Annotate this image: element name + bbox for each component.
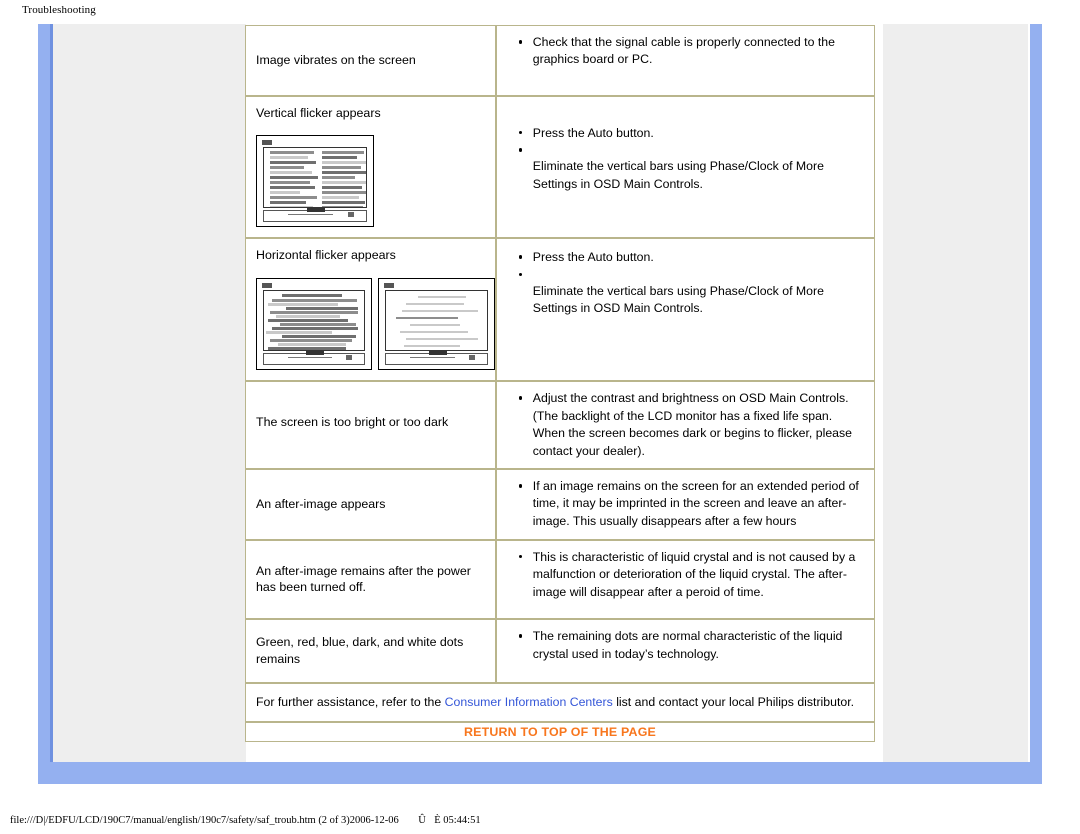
fix-item: Eliminate the vertical bars using Phase/… [532, 283, 824, 316]
symptom-cell: Horizontal flicker appears [245, 238, 496, 382]
monitor-logo-icon [262, 283, 272, 289]
table-row: Vertical flicker appears Press the Auto … [245, 95, 875, 239]
monitor-icon [378, 278, 495, 371]
monitor-stand [385, 351, 488, 366]
symptom-cell: An after-image appears [245, 469, 496, 540]
symptom-label: An after-image remains after the power h… [256, 563, 471, 595]
content-right-gutter [882, 24, 1030, 762]
symptom-cell: Image vibrates on the screen [245, 25, 496, 96]
return-to-top-link[interactable]: RETURN TO TOP OF THE PAGE [464, 725, 656, 739]
fix-cell: This is characteristic of liquid crystal… [495, 539, 875, 620]
fix-item-empty [518, 267, 862, 283]
symptom-cell: An after-image remains after the power h… [245, 539, 496, 620]
fix-item: Press the Auto button. [518, 125, 862, 142]
symptom-label: Horizontal flicker appears [256, 248, 396, 263]
return-to-top-cell: RETURN TO TOP OF THE PAGE [245, 721, 875, 742]
symptom-cell: Green, red, blue, dark, and white dots r… [245, 619, 496, 683]
monitor-logo-icon [384, 283, 395, 289]
table-row-return: RETURN TO TOP OF THE PAGE [245, 721, 875, 742]
monitor-icon [256, 278, 373, 371]
table-row: The screen is too bright or too dark Adj… [245, 381, 875, 470]
symptom-label: Vertical flicker appears [256, 105, 381, 120]
symptom-label: Image vibrates on the screen [256, 53, 416, 67]
fix-list: Check that the signal cable is properly … [497, 26, 874, 77]
fix-item: Adjust the contrast and brightness on OS… [518, 390, 862, 460]
fix-cell: Adjust the contrast and brightness on OS… [495, 381, 875, 470]
print-header-title: Troubleshooting [22, 4, 96, 16]
table-row: An after-image remains after the power h… [245, 539, 875, 620]
left-navigation-column [50, 24, 249, 762]
fix-item: This is characteristic of liquid crystal… [518, 549, 862, 601]
fix-item: Press the Auto button. [518, 249, 862, 266]
monitor-icon [256, 135, 374, 228]
fix-cell: If an image remains on the screen for an… [495, 469, 875, 540]
monitor-screen [263, 147, 367, 209]
fix-list: Press the Auto button. Eliminate the ver… [497, 97, 874, 201]
monitor-logo-icon [262, 140, 272, 146]
fix-item-empty [518, 142, 862, 158]
consumer-information-centers-link[interactable]: Consumer Information Centers [445, 695, 613, 709]
fix-cell: Check that the signal cable is properly … [495, 25, 875, 96]
table-row: Green, red, blue, dark, and white dots r… [245, 619, 875, 683]
fix-list: Adjust the contrast and brightness on OS… [497, 382, 874, 468]
assistance-text: For further assistance, refer to the Con… [246, 684, 874, 721]
monitor-screen [263, 290, 366, 352]
fix-list: If an image remains on the screen for an… [497, 470, 874, 538]
assistance-text-before: For further assistance, refer to the [256, 694, 445, 709]
monitor-illustration-horizontal-flicker [246, 270, 495, 380]
table-row: Horizontal flicker appears Press the Aut… [245, 238, 875, 382]
fix-cell: The remaining dots are normal characteri… [495, 619, 875, 683]
symptom-label: An after-image appears [256, 497, 386, 512]
fix-list: This is characteristic of liquid crystal… [497, 541, 874, 609]
table-row: Image vibrates on the screen Check that … [245, 25, 875, 96]
fix-item: The remaining dots are normal characteri… [518, 628, 862, 663]
symptom-label: The screen is too bright or too dark [256, 415, 449, 430]
table-row-assistance: For further assistance, refer to the Con… [245, 682, 875, 722]
table-row: An after-image appears If an image remai… [245, 469, 875, 540]
fix-item: Eliminate the vertical bars using Phase/… [532, 159, 824, 191]
assistance-text-after: list and contact your local Philips dist… [612, 694, 855, 709]
fix-list: Press the Auto button. Eliminate the ver… [497, 239, 874, 325]
fix-cell: Press the Auto button. Eliminate the ver… [495, 95, 875, 239]
symptom-cell: The screen is too bright or too dark [245, 381, 496, 470]
print-footer-path: file:///D|/EDFU/LCD/190C7/manual/english… [10, 815, 481, 826]
fix-item: If an image remains on the screen for an… [518, 478, 862, 530]
fix-cell: Press the Auto button. Eliminate the ver… [495, 238, 875, 382]
troubleshooting-table: Image vibrates on the screen Check that … [245, 25, 875, 742]
assistance-cell: For further assistance, refer to the Con… [245, 682, 875, 722]
symptom-cell: Vertical flicker appears [245, 95, 496, 239]
monitor-screen [385, 290, 488, 352]
symptom-label: Green, red, blue, dark, and white dots r… [256, 635, 464, 666]
monitor-stand [263, 208, 367, 223]
monitor-illustration-vertical-flicker [246, 127, 495, 237]
fix-list: The remaining dots are normal characteri… [497, 620, 874, 671]
monitor-stand [263, 351, 366, 366]
fix-item: Check that the signal cable is properly … [518, 34, 862, 69]
